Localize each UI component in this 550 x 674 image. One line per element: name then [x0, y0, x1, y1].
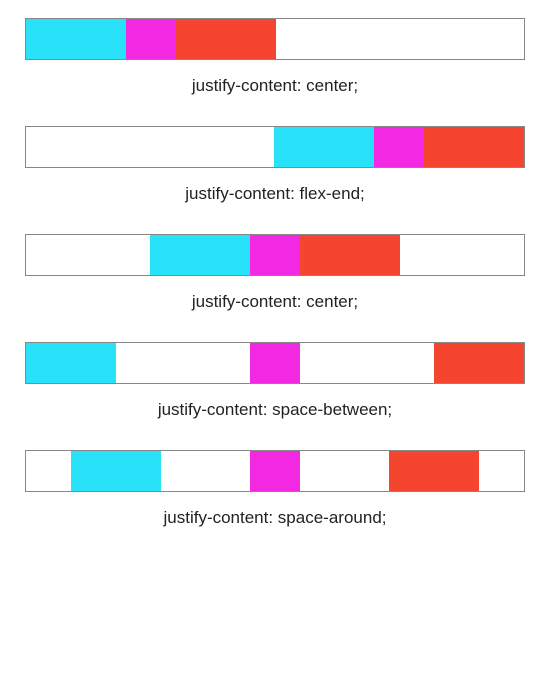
justify-content-diagram: justify-content: center; justify-content:…	[25, 18, 525, 558]
flex-item-red	[176, 19, 276, 59]
caption: justify-content: center;	[192, 76, 358, 96]
example-center: justify-content: center;	[25, 234, 525, 312]
flex-item-magenta	[250, 451, 300, 491]
caption: justify-content: space-around;	[163, 508, 386, 528]
flex-item-cyan	[26, 19, 126, 59]
example-flex-end: justify-content: flex-end;	[25, 126, 525, 204]
example-space-between: justify-content: space-between;	[25, 342, 525, 420]
example-flex-start: justify-content: center;	[25, 18, 525, 96]
flex-item-magenta	[250, 343, 300, 383]
flex-item-red	[434, 343, 524, 383]
flex-item-cyan	[26, 343, 116, 383]
flex-container	[25, 18, 525, 60]
caption: justify-content: space-between;	[158, 400, 392, 420]
caption: justify-content: center;	[192, 292, 358, 312]
flex-container	[25, 126, 525, 168]
flex-item-red	[424, 127, 524, 167]
flex-item-magenta	[250, 235, 300, 275]
flex-container	[25, 450, 525, 492]
flex-item-magenta	[126, 19, 176, 59]
caption: justify-content: flex-end;	[185, 184, 365, 204]
example-space-around: justify-content: space-around;	[25, 450, 525, 528]
flex-item-cyan	[150, 235, 250, 275]
flex-item-cyan	[71, 451, 161, 491]
flex-container	[25, 342, 525, 384]
flex-item-cyan	[274, 127, 374, 167]
flex-item-red	[389, 451, 479, 491]
flex-item-magenta	[374, 127, 424, 167]
flex-container	[25, 234, 525, 276]
flex-item-red	[300, 235, 400, 275]
